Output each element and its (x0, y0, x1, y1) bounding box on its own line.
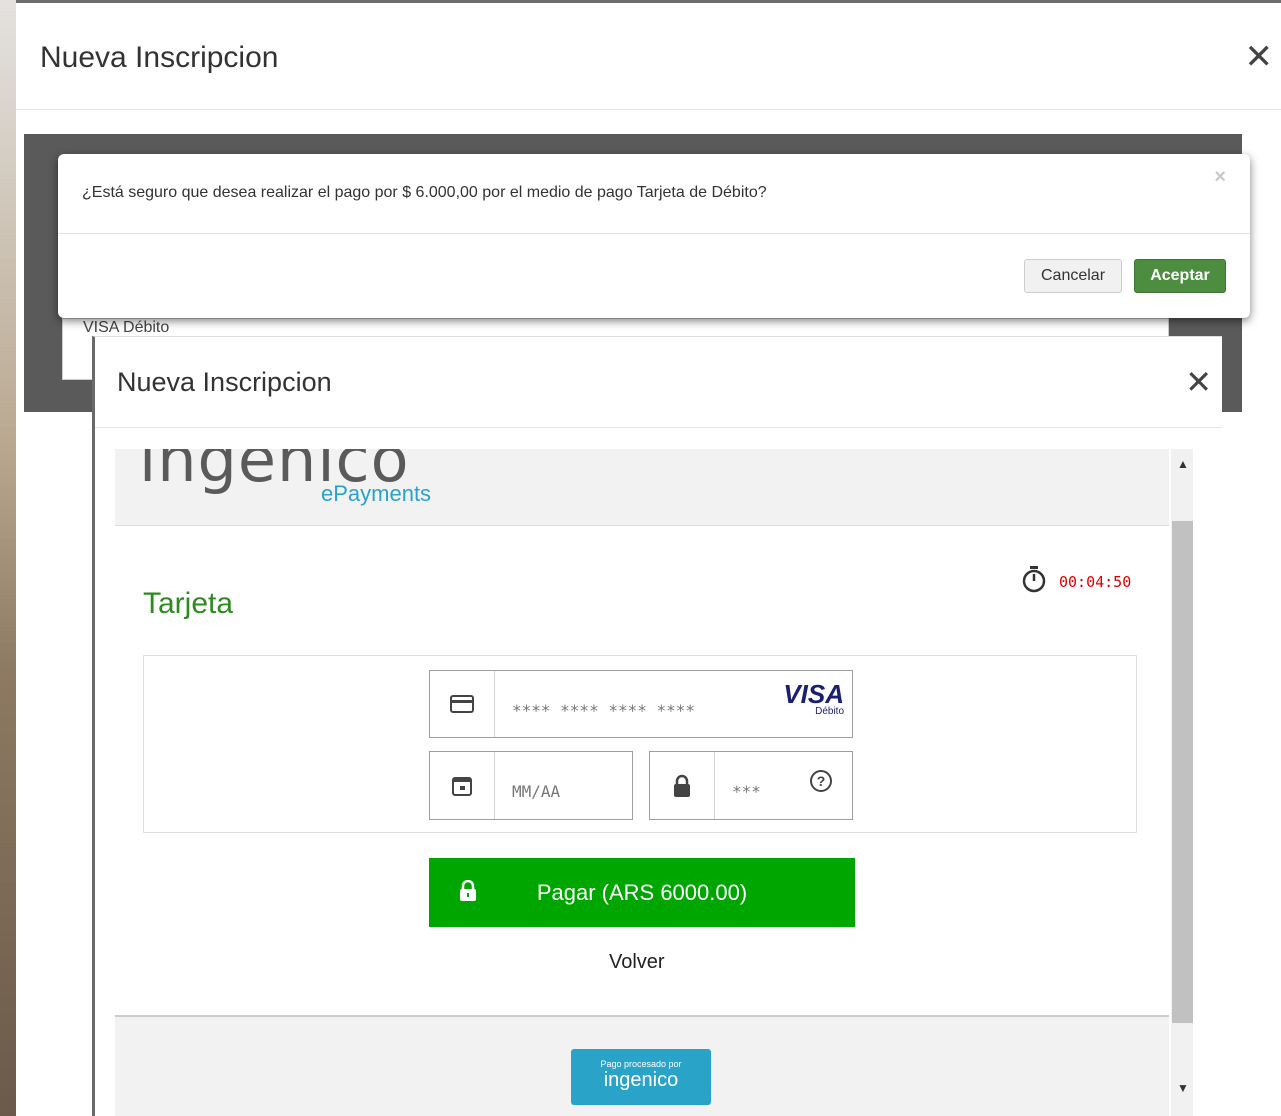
confirm-divider (58, 233, 1250, 234)
processed-by-badge: Pago procesado por ingenico (571, 1049, 711, 1105)
payment-modal-title: Nueva Inscripcion (117, 367, 332, 397)
payment-modal-close-icon[interactable]: ✕ (1185, 363, 1212, 401)
lock-icon (650, 752, 715, 819)
pay-button[interactable]: Pagar (ARS 6000.00) (429, 858, 855, 927)
background-modal-title: Nueva Inscripcion (40, 41, 279, 74)
card-number-placeholder: **** **** **** **** (512, 701, 696, 720)
background-modal-header: Nueva Inscripcion ✕ (16, 3, 1281, 110)
lock-icon (459, 879, 477, 908)
background-page-edge (0, 0, 16, 1116)
card-form-panel: **** **** **** **** VISA Débito MM/AA **… (143, 655, 1137, 833)
payment-modal-header: Nueva Inscripcion ✕ (95, 337, 1222, 428)
card-number-field[interactable]: **** **** **** **** VISA Débito (429, 670, 853, 738)
cancel-button[interactable]: Cancelar (1024, 259, 1122, 293)
section-title: Tarjeta (143, 587, 234, 620)
scroll-down-arrow-icon[interactable]: ▼ (1177, 1081, 1189, 1095)
processed-by-brand: ingenico (603, 1069, 679, 1091)
cvv-field[interactable]: *** ? (649, 751, 853, 820)
visa-brand: VISA (783, 679, 844, 709)
ingenico-header: ingenico ePayments (115, 449, 1169, 526)
confirm-message: ¿Está seguro que desea realizar el pago … (82, 184, 767, 201)
expiry-placeholder: MM/AA (512, 782, 561, 801)
confirm-dialog: ¿Está seguro que desea realizar el pago … (58, 154, 1250, 318)
processed-by-label: Pago procesado por (600, 1059, 682, 1069)
back-link[interactable]: Volver (609, 951, 665, 974)
stopwatch-icon (1021, 565, 1047, 599)
credit-card-icon (430, 671, 495, 737)
scrollbar-thumb[interactable] (1172, 521, 1193, 1023)
payment-modal: Nueva Inscripcion ✕ ingenico ePayments ▲… (92, 336, 1222, 1116)
epayments-label: ePayments (321, 481, 432, 506)
payment-iframe: ingenico ePayments ▲ ▼ 00:04:50 Tarjeta … (115, 449, 1197, 1116)
cvv-placeholder: *** (732, 782, 761, 801)
calendar-icon (430, 752, 495, 819)
accept-button[interactable]: Aceptar (1134, 259, 1226, 293)
confirm-close-icon[interactable]: × (1214, 166, 1226, 189)
expiry-field[interactable]: MM/AA (429, 751, 633, 820)
scroll-up-arrow-icon[interactable]: ▲ (1177, 457, 1189, 471)
background-modal-close-icon[interactable]: ✕ (1245, 37, 1274, 77)
background-payment-method-label: VISA Débito (83, 319, 170, 336)
visa-debit-logo: VISA Débito (783, 681, 844, 717)
countdown-timer: 00:04:50 (1059, 573, 1132, 591)
payment-footer: Pago procesado por ingenico (115, 1015, 1169, 1116)
help-icon[interactable]: ? (810, 770, 832, 792)
pay-button-label: Pagar (ARS 6000.00) (536, 879, 748, 905)
